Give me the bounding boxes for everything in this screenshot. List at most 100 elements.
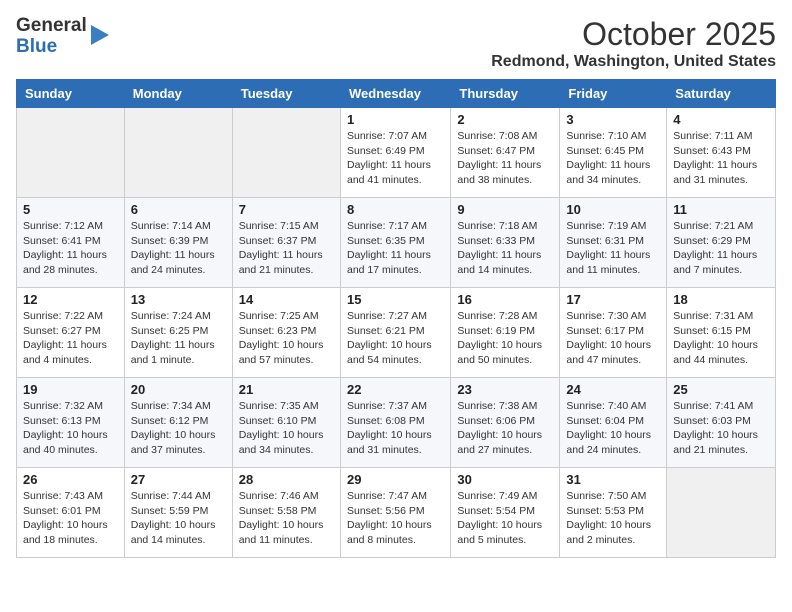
day-info: Sunrise: 7:10 AM Sunset: 6:45 PM Dayligh… xyxy=(566,129,660,188)
day-info: Sunrise: 7:18 AM Sunset: 6:33 PM Dayligh… xyxy=(457,219,553,278)
day-info: Sunrise: 7:28 AM Sunset: 6:19 PM Dayligh… xyxy=(457,309,553,368)
day-number: 14 xyxy=(239,292,334,307)
day-number: 25 xyxy=(673,382,769,397)
calendar-cell: 29 Sunrise: 7:47 AM Sunset: 5:56 PM Dayli… xyxy=(340,468,450,558)
day-number: 23 xyxy=(457,382,553,397)
day-info: Sunrise: 7:24 AM Sunset: 6:25 PM Dayligh… xyxy=(131,309,226,368)
calendar-cell: 25 Sunrise: 7:41 AM Sunset: 6:03 PM Dayli… xyxy=(667,378,776,468)
day-info: Sunrise: 7:34 AM Sunset: 6:12 PM Dayligh… xyxy=(131,399,226,458)
day-number: 17 xyxy=(566,292,660,307)
weekday-header-wednesday: Wednesday xyxy=(340,80,450,108)
day-info: Sunrise: 7:41 AM Sunset: 6:03 PM Dayligh… xyxy=(673,399,769,458)
weekday-header-sunday: Sunday xyxy=(17,80,125,108)
day-number: 28 xyxy=(239,472,334,487)
day-number: 29 xyxy=(347,472,444,487)
calendar-cell: 13 Sunrise: 7:24 AM Sunset: 6:25 PM Dayli… xyxy=(124,288,232,378)
calendar-cell: 1 Sunrise: 7:07 AM Sunset: 6:49 PM Daylig… xyxy=(340,108,450,198)
day-number: 20 xyxy=(131,382,226,397)
calendar-cell: 2 Sunrise: 7:08 AM Sunset: 6:47 PM Daylig… xyxy=(451,108,560,198)
day-info: Sunrise: 7:12 AM Sunset: 6:41 PM Dayligh… xyxy=(23,219,118,278)
day-number: 2 xyxy=(457,112,553,127)
day-number: 11 xyxy=(673,202,769,217)
week-row-0: 1 Sunrise: 7:07 AM Sunset: 6:49 PM Daylig… xyxy=(17,108,776,198)
day-info: Sunrise: 7:21 AM Sunset: 6:29 PM Dayligh… xyxy=(673,219,769,278)
calendar-cell: 28 Sunrise: 7:46 AM Sunset: 5:58 PM Dayli… xyxy=(232,468,340,558)
title-section: October 2025 Redmond, Washington, United… xyxy=(491,16,776,71)
day-number: 16 xyxy=(457,292,553,307)
calendar-cell: 20 Sunrise: 7:34 AM Sunset: 6:12 PM Dayli… xyxy=(124,378,232,468)
calendar: SundayMondayTuesdayWednesdayThursdayFrid… xyxy=(16,79,776,558)
day-info: Sunrise: 7:37 AM Sunset: 6:08 PM Dayligh… xyxy=(347,399,444,458)
logo-arrow-icon xyxy=(91,25,109,45)
day-info: Sunrise: 7:46 AM Sunset: 5:58 PM Dayligh… xyxy=(239,489,334,548)
day-info: Sunrise: 7:15 AM Sunset: 6:37 PM Dayligh… xyxy=(239,219,334,278)
day-number: 18 xyxy=(673,292,769,307)
day-number: 31 xyxy=(566,472,660,487)
calendar-cell: 11 Sunrise: 7:21 AM Sunset: 6:29 PM Dayli… xyxy=(667,198,776,288)
calendar-header-row: SundayMondayTuesdayWednesdayThursdayFrid… xyxy=(17,80,776,108)
day-info: Sunrise: 7:19 AM Sunset: 6:31 PM Dayligh… xyxy=(566,219,660,278)
day-info: Sunrise: 7:11 AM Sunset: 6:43 PM Dayligh… xyxy=(673,129,769,188)
calendar-cell: 18 Sunrise: 7:31 AM Sunset: 6:15 PM Dayli… xyxy=(667,288,776,378)
calendar-cell: 30Sunrise: 7:49 AM Sunset: 5:54 PM Dayli… xyxy=(451,468,560,558)
logo-blue: Blue xyxy=(16,37,87,58)
day-info: Sunrise: 7:17 AM Sunset: 6:35 PM Dayligh… xyxy=(347,219,444,278)
weekday-header-saturday: Saturday xyxy=(667,80,776,108)
day-info: Sunrise: 7:14 AM Sunset: 6:39 PM Dayligh… xyxy=(131,219,226,278)
day-number: 13 xyxy=(131,292,226,307)
calendar-cell: 17 Sunrise: 7:30 AM Sunset: 6:17 PM Dayli… xyxy=(560,288,667,378)
calendar-cell: 9 Sunrise: 7:18 AM Sunset: 6:33 PM Daylig… xyxy=(451,198,560,288)
week-row-4: 26 Sunrise: 7:43 AM Sunset: 6:01 PM Dayli… xyxy=(17,468,776,558)
week-row-2: 12 Sunrise: 7:22 AM Sunset: 6:27 PM Dayli… xyxy=(17,288,776,378)
day-number: 10 xyxy=(566,202,660,217)
logo-general: General xyxy=(16,16,87,37)
calendar-cell: 22 Sunrise: 7:37 AM Sunset: 6:08 PM Dayli… xyxy=(340,378,450,468)
calendar-cell: 14 Sunrise: 7:25 AM Sunset: 6:23 PM Dayli… xyxy=(232,288,340,378)
day-number: 22 xyxy=(347,382,444,397)
day-info: Sunrise: 7:07 AM Sunset: 6:49 PM Dayligh… xyxy=(347,129,444,188)
day-info: Sunrise: 7:35 AM Sunset: 6:10 PM Dayligh… xyxy=(239,399,334,458)
day-number: 24 xyxy=(566,382,660,397)
calendar-cell: 5 Sunrise: 7:12 AM Sunset: 6:41 PM Daylig… xyxy=(17,198,125,288)
day-info: Sunrise: 7:40 AM Sunset: 6:04 PM Dayligh… xyxy=(566,399,660,458)
day-info: Sunrise: 7:22 AM Sunset: 6:27 PM Dayligh… xyxy=(23,309,118,368)
calendar-cell: 21Sunrise: 7:35 AM Sunset: 6:10 PM Dayli… xyxy=(232,378,340,468)
calendar-cell: 16 Sunrise: 7:28 AM Sunset: 6:19 PM Dayli… xyxy=(451,288,560,378)
day-info: Sunrise: 7:44 AM Sunset: 5:59 PM Dayligh… xyxy=(131,489,226,548)
calendar-cell: 3Sunrise: 7:10 AM Sunset: 6:45 PM Daylig… xyxy=(560,108,667,198)
day-number: 8 xyxy=(347,202,444,217)
calendar-cell: 27 Sunrise: 7:44 AM Sunset: 5:59 PM Dayli… xyxy=(124,468,232,558)
day-number: 12 xyxy=(23,292,118,307)
logo: General Blue xyxy=(16,16,109,58)
calendar-cell: 23Sunrise: 7:38 AM Sunset: 6:06 PM Dayli… xyxy=(451,378,560,468)
day-number: 5 xyxy=(23,202,118,217)
day-number: 9 xyxy=(457,202,553,217)
day-number: 27 xyxy=(131,472,226,487)
day-number: 26 xyxy=(23,472,118,487)
day-info: Sunrise: 7:50 AM Sunset: 5:53 PM Dayligh… xyxy=(566,489,660,548)
weekday-header-tuesday: Tuesday xyxy=(232,80,340,108)
day-number: 4 xyxy=(673,112,769,127)
weekday-header-monday: Monday xyxy=(124,80,232,108)
day-info: Sunrise: 7:25 AM Sunset: 6:23 PM Dayligh… xyxy=(239,309,334,368)
day-info: Sunrise: 7:43 AM Sunset: 6:01 PM Dayligh… xyxy=(23,489,118,548)
calendar-cell xyxy=(17,108,125,198)
calendar-cell: 26 Sunrise: 7:43 AM Sunset: 6:01 PM Dayli… xyxy=(17,468,125,558)
day-number: 30 xyxy=(457,472,553,487)
calendar-cell xyxy=(124,108,232,198)
calendar-cell xyxy=(667,468,776,558)
month-title: October 2025 xyxy=(491,16,776,53)
day-info: Sunrise: 7:27 AM Sunset: 6:21 PM Dayligh… xyxy=(347,309,444,368)
day-info: Sunrise: 7:47 AM Sunset: 5:56 PM Dayligh… xyxy=(347,489,444,548)
day-info: Sunrise: 7:31 AM Sunset: 6:15 PM Dayligh… xyxy=(673,309,769,368)
day-number: 6 xyxy=(131,202,226,217)
day-info: Sunrise: 7:30 AM Sunset: 6:17 PM Dayligh… xyxy=(566,309,660,368)
day-number: 15 xyxy=(347,292,444,307)
weekday-header-thursday: Thursday xyxy=(451,80,560,108)
calendar-body: 1 Sunrise: 7:07 AM Sunset: 6:49 PM Daylig… xyxy=(17,108,776,558)
day-info: Sunrise: 7:08 AM Sunset: 6:47 PM Dayligh… xyxy=(457,129,553,188)
day-number: 19 xyxy=(23,382,118,397)
day-info: Sunrise: 7:32 AM Sunset: 6:13 PM Dayligh… xyxy=(23,399,118,458)
calendar-cell: 7Sunrise: 7:15 AM Sunset: 6:37 PM Daylig… xyxy=(232,198,340,288)
day-number: 1 xyxy=(347,112,444,127)
